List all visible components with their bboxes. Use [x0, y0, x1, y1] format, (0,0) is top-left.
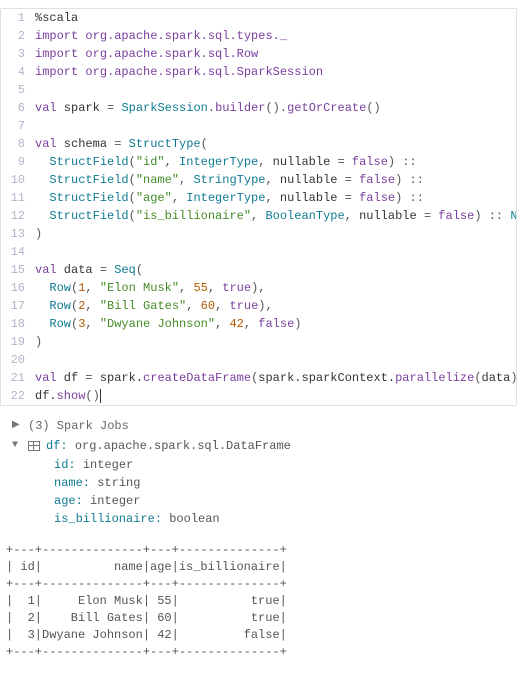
code-content[interactable]: val data = Seq(	[35, 261, 516, 279]
spark-jobs-label: (3) Spark Jobs	[28, 416, 129, 436]
code-line[interactable]: 3import org.apache.spark.sql.Row	[1, 45, 516, 63]
dataframe-schema: id: integername: stringage: integeris_bi…	[12, 456, 505, 528]
line-number: 8	[1, 135, 35, 153]
line-number: 9	[1, 153, 35, 171]
code-content[interactable]	[35, 351, 516, 369]
line-number: 7	[1, 117, 35, 135]
code-content[interactable]: val spark = SparkSession.builder().getOr…	[35, 99, 516, 117]
code-line[interactable]: 16 Row(1, "Elon Musk", 55, true),	[1, 279, 516, 297]
table-icon	[28, 441, 40, 451]
code-line[interactable]: 6val spark = SparkSession.builder().getO…	[1, 99, 516, 117]
schema-field: age: integer	[54, 492, 505, 510]
line-number: 3	[1, 45, 35, 63]
spark-jobs-toggle[interactable]: ▶ (3) Spark Jobs	[12, 416, 505, 436]
line-number: 19	[1, 333, 35, 351]
line-number: 4	[1, 63, 35, 81]
code-cell[interactable]: 1%scala2import org.apache.spark.sql.type…	[0, 8, 517, 406]
code-line[interactable]: 21val df = spark.createDataFrame(spark.s…	[1, 369, 516, 387]
line-number: 1	[1, 9, 35, 27]
schema-field: name: string	[54, 474, 505, 492]
schema-field: id: integer	[54, 456, 505, 474]
code-content[interactable]: import org.apache.spark.sql.types._	[35, 27, 516, 45]
line-number: 13	[1, 225, 35, 243]
code-content[interactable]: Row(3, "Dwyane Johnson", 42, false)	[35, 315, 516, 333]
code-content[interactable]: StructField("is_billionaire", BooleanTyp…	[35, 207, 516, 225]
code-line[interactable]: 17 Row(2, "Bill Gates", 60, true),	[1, 297, 516, 315]
code-line[interactable]: 7	[1, 117, 516, 135]
line-number: 20	[1, 351, 35, 369]
line-number: 10	[1, 171, 35, 189]
line-number: 5	[1, 81, 35, 99]
code-line[interactable]: 5	[1, 81, 516, 99]
triangle-down-icon: ▼	[12, 436, 22, 456]
df-variable-name: df:	[46, 439, 68, 453]
code-line[interactable]: 20	[1, 351, 516, 369]
code-content[interactable]: )	[35, 225, 516, 243]
code-content[interactable]: import org.apache.spark.sql.SparkSession	[35, 63, 516, 81]
line-number: 17	[1, 297, 35, 315]
code-content[interactable]: StructField("name", StringType, nullable…	[35, 171, 516, 189]
line-number: 21	[1, 369, 35, 387]
line-number: 14	[1, 243, 35, 261]
schema-field: is_billionaire: boolean	[54, 510, 505, 528]
code-line[interactable]: 12 StructField("is_billionaire", Boolean…	[1, 207, 516, 225]
code-content[interactable]: StructField("id", IntegerType, nullable …	[35, 153, 516, 171]
code-content[interactable]	[35, 117, 516, 135]
code-line[interactable]: 8val schema = StructType(	[1, 135, 516, 153]
code-content[interactable]: import org.apache.spark.sql.Row	[35, 45, 516, 63]
line-number: 15	[1, 261, 35, 279]
code-content[interactable]: df.show()	[35, 387, 516, 405]
text-cursor	[100, 389, 101, 403]
line-number: 12	[1, 207, 35, 225]
code-content[interactable]: %scala	[35, 9, 516, 27]
dataframe-toggle[interactable]: ▼ df: org.apache.spark.sql.DataFrame	[12, 436, 505, 456]
code-line[interactable]: 11 StructField("age", IntegerType, nulla…	[1, 189, 516, 207]
code-content[interactable]: Row(2, "Bill Gates", 60, true),	[35, 297, 516, 315]
code-line[interactable]: 4import org.apache.spark.sql.SparkSessio…	[1, 63, 516, 81]
line-number: 16	[1, 279, 35, 297]
code-content[interactable]: )	[35, 333, 516, 351]
line-number: 22	[1, 387, 35, 405]
dataframe-show-output: +---+--------------+---+--------------+ …	[0, 536, 517, 667]
code-content[interactable]	[35, 243, 516, 261]
code-line[interactable]: 19)	[1, 333, 516, 351]
cell-output: ▶ (3) Spark Jobs ▼ df: org.apache.spark.…	[0, 406, 517, 536]
code-content[interactable]: StructField("age", IntegerType, nullable…	[35, 189, 516, 207]
code-line[interactable]: 13)	[1, 225, 516, 243]
line-number: 6	[1, 99, 35, 117]
line-number: 18	[1, 315, 35, 333]
code-line[interactable]: 14	[1, 243, 516, 261]
code-content[interactable]: val df = spark.createDataFrame(spark.spa…	[35, 369, 516, 387]
code-content[interactable]	[35, 81, 516, 99]
line-number: 2	[1, 27, 35, 45]
code-line[interactable]: 15val data = Seq(	[1, 261, 516, 279]
code-line[interactable]: 2import org.apache.spark.sql.types._	[1, 27, 516, 45]
code-line[interactable]: 10 StructField("name", StringType, nulla…	[1, 171, 516, 189]
code-line[interactable]: 18 Row(3, "Dwyane Johnson", 42, false)	[1, 315, 516, 333]
code-line[interactable]: 22df.show()	[1, 387, 516, 405]
triangle-right-icon: ▶	[12, 416, 22, 436]
code-line[interactable]: 1%scala	[1, 9, 516, 27]
code-content[interactable]: Row(1, "Elon Musk", 55, true),	[35, 279, 516, 297]
line-number: 11	[1, 189, 35, 207]
code-content[interactable]: val schema = StructType(	[35, 135, 516, 153]
code-line[interactable]: 9 StructField("id", IntegerType, nullabl…	[1, 153, 516, 171]
